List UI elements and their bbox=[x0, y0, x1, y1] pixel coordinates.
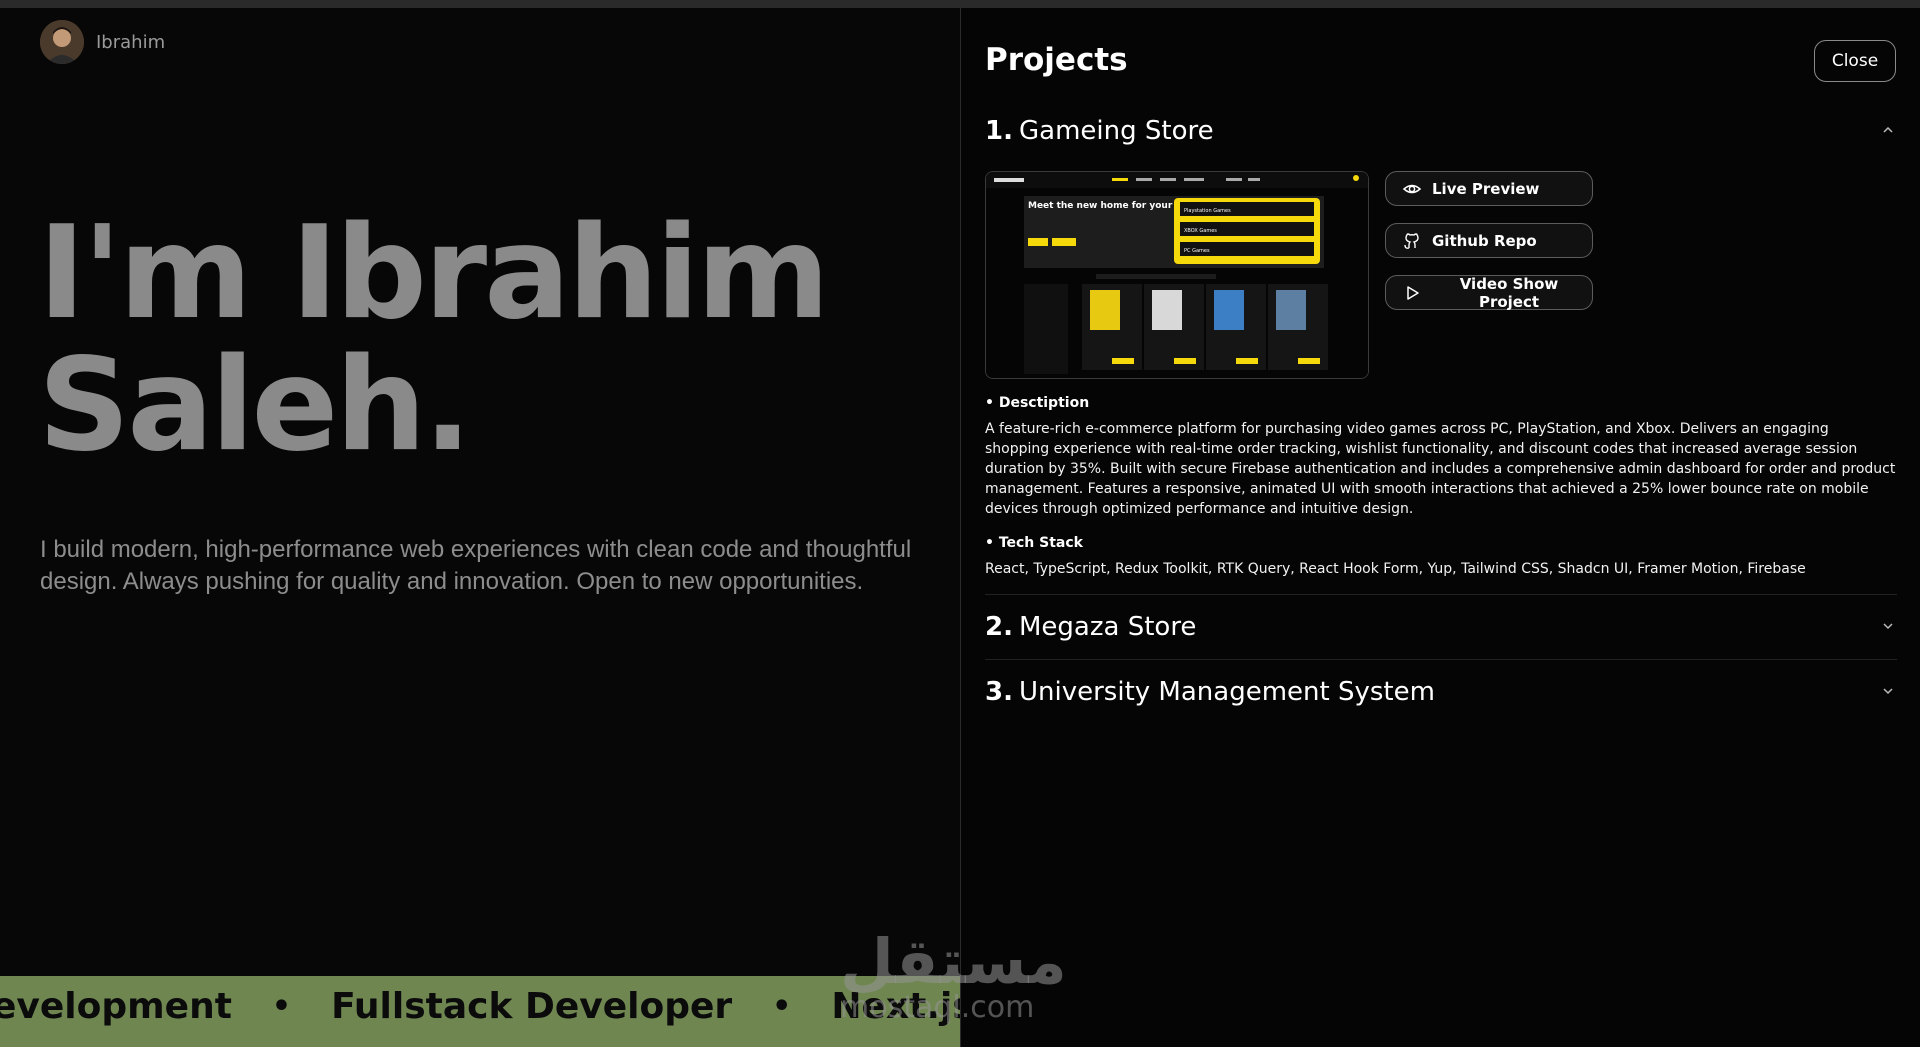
github-repo-label: Github Repo bbox=[1432, 231, 1537, 250]
projects-panel: Projects Close 1. Gameing Store Meet the… bbox=[960, 8, 1920, 1047]
tech-stack-list: React, TypeScript, Redux Toolkit, RTK Qu… bbox=[985, 561, 1806, 577]
screenshot-option: XBOX Games bbox=[1184, 228, 1217, 234]
play-icon bbox=[1407, 285, 1419, 300]
project-2-header[interactable]: 2. Megaza Store bbox=[985, 607, 1897, 647]
github-repo-button[interactable]: Github Repo bbox=[1385, 223, 1593, 258]
video-show-project-button[interactable]: Video Show Project bbox=[1385, 274, 1593, 311]
marquee-separator: • bbox=[772, 989, 792, 1024]
chevron-down-icon bbox=[1883, 688, 1893, 695]
hero-title-line-2: Saleh. bbox=[38, 331, 472, 480]
live-preview-button[interactable]: Live Preview bbox=[1385, 171, 1593, 206]
hero-title-line-1: I'm Ibrahim bbox=[38, 199, 830, 348]
hero-title: I'm Ibrahim Saleh. bbox=[38, 199, 830, 480]
avatar-portrait-icon bbox=[40, 20, 84, 64]
live-preview-label: Live Preview bbox=[1432, 179, 1540, 198]
project-description: A feature-rich e-commerce platform for p… bbox=[985, 421, 1896, 517]
project-name: Megaza Store bbox=[1019, 612, 1197, 642]
project-1-header[interactable]: 1. Gameing Store bbox=[985, 111, 1897, 151]
project-name: University Management System bbox=[1019, 677, 1435, 707]
hero-description: I build modern, high-performance web exp… bbox=[40, 536, 912, 595]
eye-icon bbox=[1402, 184, 1422, 193]
screenshot-option: Playstation Games bbox=[1184, 208, 1231, 214]
skills-marquee: evelopment • Fullstack Developer • Next.… bbox=[0, 976, 960, 1047]
chevron-up-icon bbox=[1883, 126, 1893, 133]
marquee-separator: • bbox=[271, 989, 292, 1024]
close-button[interactable]: Close bbox=[1814, 40, 1896, 82]
project-number: 2. bbox=[985, 612, 1013, 642]
project-3-header[interactable]: 3. University Management System bbox=[985, 672, 1897, 712]
divider bbox=[985, 594, 1897, 595]
project-number: 3. bbox=[985, 677, 1013, 707]
panel-title: Projects bbox=[985, 42, 1128, 78]
project-number: 1. bbox=[985, 116, 1013, 146]
store-preview-image: Meet the new home for your digital games… bbox=[986, 172, 1368, 378]
project-name: Gameing Store bbox=[1019, 116, 1214, 146]
username: Ibrahim bbox=[96, 31, 166, 53]
chevron-down-icon bbox=[1883, 623, 1893, 630]
video-show-project-label: Video Show Project bbox=[1459, 274, 1559, 311]
avatar bbox=[40, 20, 84, 64]
marquee-item: evelopment bbox=[0, 986, 232, 1027]
description-label: • Desctiption bbox=[985, 395, 1090, 411]
marquee-item: Fullstack Developer bbox=[331, 986, 733, 1027]
github-icon bbox=[1404, 232, 1419, 249]
marquee-item: Next.js D bbox=[831, 986, 960, 1027]
tech-stack-label: • Tech Stack bbox=[985, 535, 1083, 551]
project-screenshot: Meet the new home for your digital games… bbox=[985, 171, 1369, 379]
divider bbox=[985, 659, 1897, 660]
user-badge[interactable]: Ibrahim bbox=[40, 20, 165, 64]
screenshot-option: PC Games bbox=[1184, 248, 1210, 254]
window-top-bar bbox=[0, 0, 1920, 8]
hero-section: Ibrahim I'm Ibrahim Saleh. I build moder… bbox=[0, 8, 960, 1047]
